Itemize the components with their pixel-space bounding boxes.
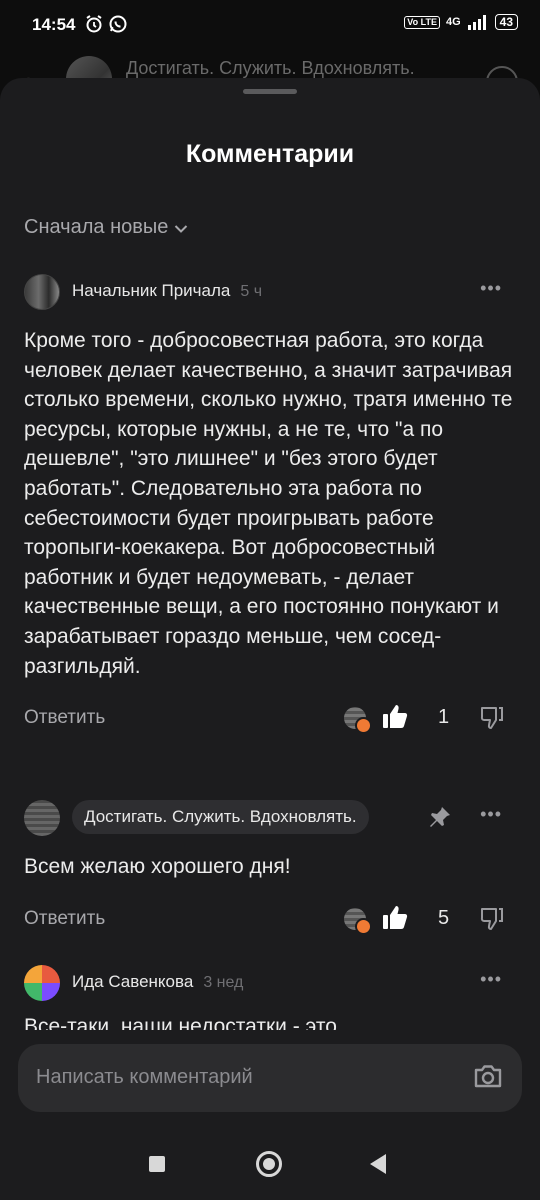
status-indicators: Vo LTE 4G 43 [404,14,518,30]
comment-author[interactable]: Ида Савенкова 3 нед [72,972,243,992]
comment-text: Всем желаю хорошего дня! [24,855,291,878]
battery-icon: 43 [494,14,518,30]
comment-author[interactable]: Начальник Причала 5 ч [72,281,262,301]
more-horizontal-icon[interactable]: ••• [480,278,502,299]
comment-item: Начальник Причала 5 ч ••• Кроме того - до… [24,274,516,739]
comments-sheet: Комментарии Сначала новые Начальник Прич… [0,78,540,1200]
status-bar: 14:54 Vo LTE 4G 43 [0,0,540,52]
comment-item: Достигать. Служить. Вдохновлять. ••• Все… [24,800,516,940]
more-horizontal-icon[interactable]: ••• [480,804,502,825]
avatar[interactable] [24,274,60,310]
like-count: 5 [438,906,450,929]
author-name: Начальник Причала [72,281,231,300]
thumbs-up-icon[interactable] [382,703,408,736]
reply-button[interactable]: Ответить [24,707,105,729]
author-name: Ида Савенкова [72,972,194,991]
whatsapp-icon [108,14,128,39]
status-time: 14:54 [32,15,76,34]
avatar[interactable] [24,800,60,836]
comment-input[interactable]: Написать комментарий [18,1044,522,1112]
comment-age: 5 ч [240,283,263,300]
volte-indicator: Vo LTE [404,15,440,29]
back-button[interactable] [370,1154,386,1174]
chevron-down-icon [175,224,188,233]
channel-title: Достигать. Служить. Вдохновлять. [126,58,415,78]
thumbs-down-icon[interactable] [480,906,504,937]
alarm-icon [84,14,104,39]
system-nav-bar [0,1128,540,1200]
network-label: 4G [445,16,461,28]
sheet-title: Комментарии [185,140,355,168]
recents-button[interactable] [149,1156,165,1172]
comment-author-badge[interactable]: Достигать. Служить. Вдохновлять. [72,800,369,834]
sort-dropdown[interactable]: Сначала новые [24,216,188,239]
avatar[interactable] [24,965,60,1001]
like-count: 1 [438,706,450,729]
comment-input-placeholder: Написать комментарий [36,1066,253,1088]
more-horizontal-icon[interactable]: ••• [480,969,502,990]
thumbs-down-icon[interactable] [480,705,504,736]
pin-icon [427,804,453,835]
comment-text: Все-таки, наши недостатки - это [24,1015,337,1030]
sort-label: Сначала новые [24,216,169,238]
reactor-avatars [344,907,372,935]
home-button[interactable] [256,1151,282,1177]
comment-text: Кроме того - добросовестная работа, это … [24,329,513,678]
thumbs-up-icon[interactable] [382,904,408,937]
signal-icon [467,15,486,30]
comment-item: Ида Савенкова 3 нед ••• [24,965,516,1003]
comment-age: 3 нед [203,974,244,991]
camera-icon[interactable] [472,1060,504,1097]
reply-button[interactable]: Ответить [24,908,105,930]
reactor-avatars [344,707,372,735]
sheet-drag-handle[interactable] [243,89,297,94]
